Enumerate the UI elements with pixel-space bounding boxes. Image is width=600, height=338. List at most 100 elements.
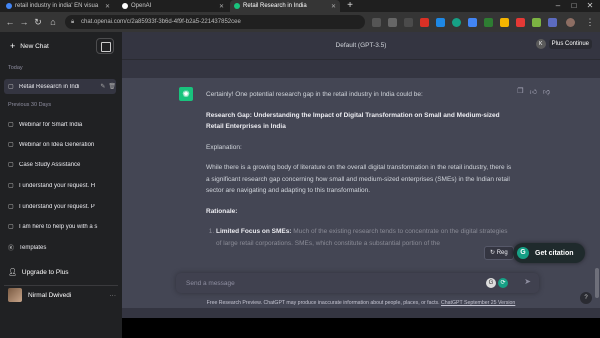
extension-icon[interactable] [420,18,429,27]
extension-icon[interactable] [532,18,541,27]
maximize-button[interactable]: □ [566,0,582,12]
chat-item-label: I am here to help you with a s [19,223,98,230]
back-arrow-icon[interactable]: ← [4,16,16,28]
chat-item[interactable]: Ⓚ Templates [4,240,116,255]
intro-text: Certainly! One potential research gap in… [206,91,423,98]
version-link[interactable]: ChatGPT September 25 Version [441,300,515,306]
footer-text: Free Research Preview. ChatGPT may produ… [206,300,440,306]
chat-item-label: Webinar on Idea Generation [19,141,95,148]
chat-item-label: I understand your request. P [19,203,95,210]
chat-bubble-icon: ▢ [8,162,14,168]
lock-icon: 🔒︎ [71,19,75,25]
forward-arrow-icon[interactable]: → [18,16,30,28]
chat-item[interactable]: ▢ Case Study Assistance [4,157,116,172]
tab-retail-research[interactable]: Retail Research in India ✕ [230,0,340,12]
taskbar-area [122,318,600,338]
extension-icon[interactable] [468,18,477,27]
thumbs-up-icon[interactable]: 👍︎ [530,87,537,96]
message-actions: ❐ 👍︎ 👎︎ [517,87,550,96]
trash-icon[interactable]: 🗑︎ [108,83,116,90]
regenerate-button[interactable]: ↻ Reg [484,246,514,260]
extension-icon[interactable] [436,18,445,27]
openai-favicon-icon [122,3,128,9]
citation-extension-icon[interactable]: ⟳ [498,278,508,288]
chat-item-label: Case Study Assistance [19,161,81,168]
kebab-menu-icon[interactable]: ⋮ [584,16,596,28]
extension-icon[interactable] [500,18,509,27]
top-bar: Default (GPT-3.5) K Plus Continue [122,32,600,60]
extension-icon[interactable] [404,18,413,27]
chat-item-active[interactable]: ▢ Retail Research in Indi ✎ 🗑︎ [4,79,116,94]
plus-continue[interactable]: K Plus Continue [535,39,592,49]
message-input-box: G ⟳ ➤ [176,273,539,293]
tab-title: retail industry in india' EN visua [15,3,99,9]
user-menu[interactable]: Nirmal Dwivedi ··· [8,288,116,302]
chat-bubble-icon: ▢ [8,84,14,90]
browser-window: retail industry in india' EN visua ✕ Ope… [0,0,600,338]
chat-item-label: Retail Research in Indi [19,83,80,90]
plus-continue-label: Plus Continue [548,39,592,49]
extension-icon[interactable] [484,18,493,27]
user-icon: 👤︎ [8,269,17,276]
regenerate-label: Reg [496,250,508,256]
minimize-button[interactable]: – [550,0,566,12]
puzzle-icon[interactable] [548,18,557,27]
google-favicon-icon [6,3,12,9]
tab-google-search[interactable]: retail industry in india' EN visua ✕ [2,0,114,12]
message-input[interactable] [186,277,476,289]
address-bar[interactable]: 🔒︎ chat.openai.com/c/2a85933f-3b6d-4f9f-… [65,15,365,29]
rationale-list: Limited Focus on SMEs: Much of the exist… [216,226,514,249]
model-selector[interactable]: Default (GPT-3.5) [122,42,600,49]
thumbs-down-icon[interactable]: 👎︎ [543,87,550,96]
home-icon[interactable]: ⌂ [47,16,59,28]
scroll-thumb[interactable] [595,268,599,298]
chat-item[interactable]: ▢ I am here to help you with a s [4,219,116,234]
chat-item[interactable]: ▢ Webinar on Idea Generation [4,137,116,152]
upgrade-label: Upgrade to Plus [21,268,69,276]
help-button[interactable]: ? [580,292,592,304]
research-gap-title: Research Gap: Understanding the Impact o… [206,111,500,131]
share-icon[interactable] [372,18,381,27]
close-window-button[interactable]: ✕ [582,0,598,12]
k-icon: K [535,39,546,49]
extension-icon[interactable] [452,18,461,27]
chat-bubble-icon: ▢ [8,183,14,189]
send-icon[interactable]: ➤ [524,277,531,286]
close-icon[interactable]: ✕ [215,3,224,10]
close-icon[interactable]: ✕ [101,3,110,10]
extension-icon[interactable] [516,18,525,27]
user-name: Nirmal Dwivedi [28,291,72,299]
citation-logo-icon: G [517,247,529,259]
point-title: Limited Focus on SMEs: [216,228,292,235]
star-icon[interactable] [388,18,397,27]
avatar [8,288,22,302]
list-item: Limited Focus on SMEs: Much of the exist… [216,226,514,249]
plus-icon: + [10,41,16,51]
section-today: Today [8,65,23,71]
chat-item[interactable]: ▢ Webinar for Smart India [4,117,116,132]
new-chat-button[interactable]: + New Chat [4,38,92,54]
copy-icon[interactable]: ❐ [517,87,523,96]
more-icon[interactable]: ··· [110,292,117,299]
chat-item[interactable]: ▢ I understand your request. H [4,178,116,193]
close-icon[interactable]: ✕ [327,3,336,10]
grammarly-icon[interactable]: G [486,278,496,288]
chat-item[interactable]: ▢ I understand your request. P [4,199,116,214]
k-badge-icon: Ⓚ [8,246,15,252]
profile-avatar-icon[interactable] [566,18,575,27]
tab-strip: retail industry in india' EN visua ✕ Ope… [0,0,600,12]
chatgpt-favicon-icon [234,3,240,9]
chat-bubble-icon: ▢ [8,224,14,230]
message-content: Certainly! One potential research gap in… [206,89,514,249]
scrollbar[interactable] [594,60,600,298]
sidebar-toggle-button[interactable] [96,38,114,54]
chat-item-label: Templates [19,244,47,251]
edit-icon[interactable]: ✎ [100,83,105,90]
get-citation-button[interactable]: G Get citation [513,243,585,263]
chat-item-label: I understand your request. H [19,182,96,189]
new-tab-button[interactable]: + [344,0,356,12]
tab-openai[interactable]: OpenAI ✕ [118,0,228,12]
divider [4,285,118,286]
upgrade-button[interactable]: 👤︎ Upgrade to Plus [8,268,69,277]
reload-icon[interactable]: ↻ [32,16,44,28]
